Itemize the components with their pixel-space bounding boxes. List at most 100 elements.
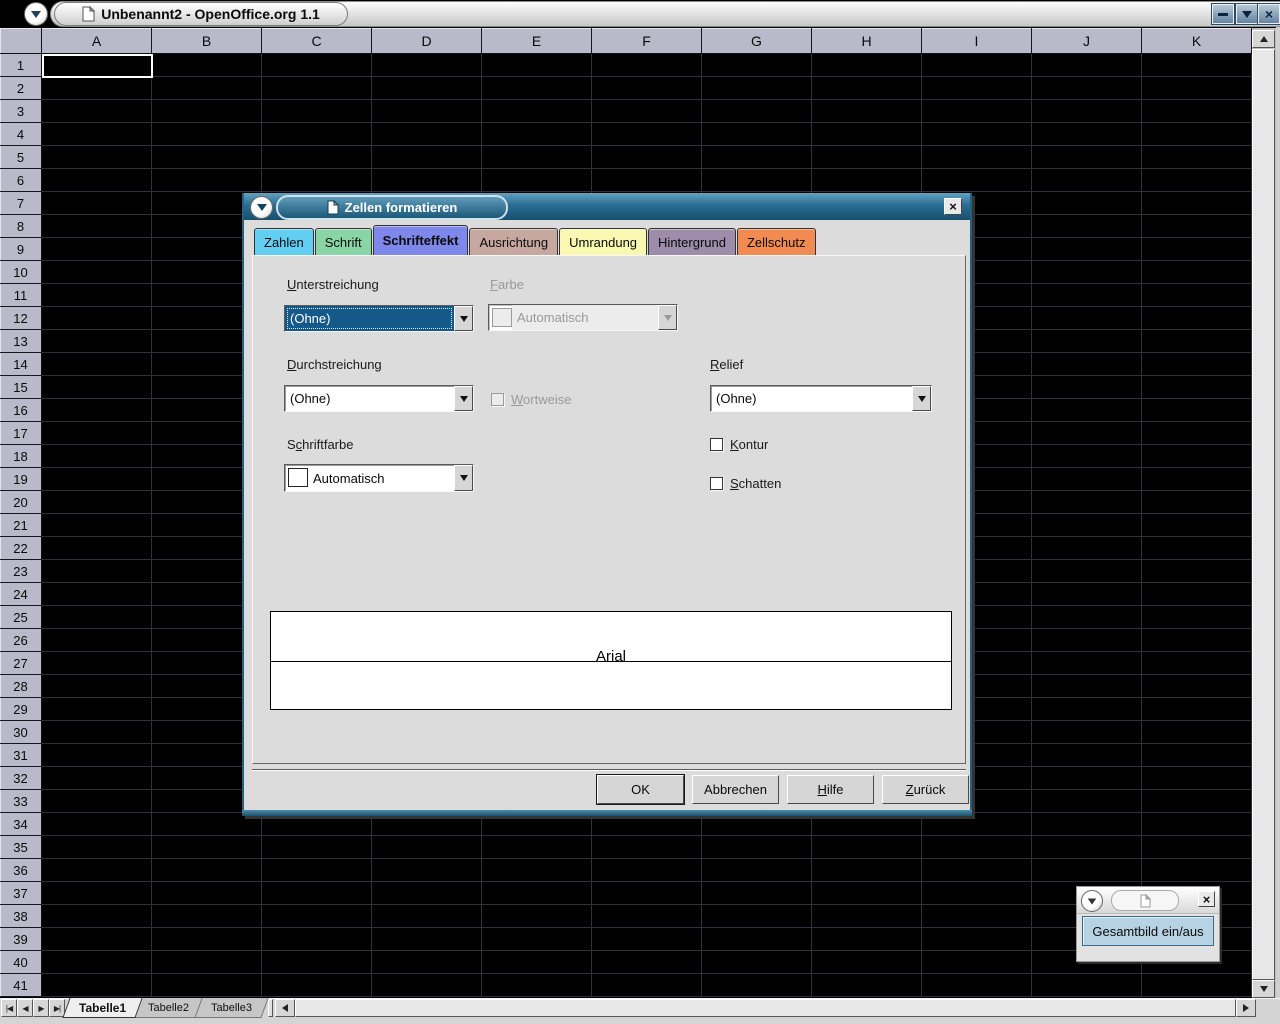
column-header-g[interactable]: G (702, 28, 812, 54)
shade-button[interactable] (1236, 4, 1258, 24)
scroll-left-button[interactable] (275, 999, 295, 1017)
sheet-tab-tabelle1[interactable]: Tabelle1 (62, 998, 142, 1018)
row-header-4[interactable]: 4 (0, 123, 42, 146)
select-all-corner[interactable] (0, 28, 42, 54)
row-header-22[interactable]: 22 (0, 537, 42, 560)
gesamtbild-button[interactable]: Gesamtbild ein/aus (1082, 916, 1214, 946)
chevron-down-icon[interactable] (912, 386, 931, 411)
row-header-41[interactable]: 41 (0, 974, 42, 997)
scroll-down-button[interactable] (1252, 980, 1275, 998)
dialog-close-button[interactable]: × (944, 198, 962, 215)
tab-scrollbar-splitter[interactable] (268, 999, 273, 1017)
chevron-down-icon[interactable] (454, 306, 473, 331)
row-header-36[interactable]: 36 (0, 859, 42, 882)
row-header-29[interactable]: 29 (0, 698, 42, 721)
chevron-down-icon[interactable] (454, 465, 473, 491)
row-header-17[interactable]: 17 (0, 422, 42, 445)
row-header-40[interactable]: 40 (0, 951, 42, 974)
tab-schrift[interactable]: Schrift (315, 228, 372, 255)
row-header-5[interactable]: 5 (0, 146, 42, 169)
row-header-2[interactable]: 2 (0, 77, 42, 100)
row-header-11[interactable]: 11 (0, 284, 42, 307)
relief-dropdown[interactable]: (Ohne) (710, 385, 932, 412)
vertical-scrollbar[interactable] (1252, 28, 1276, 998)
row-header-38[interactable]: 38 (0, 905, 42, 928)
row-header-35[interactable]: 35 (0, 836, 42, 859)
tab-schrifteffekt[interactable]: Schrifteffekt (373, 225, 469, 255)
row-header-3[interactable]: 3 (0, 100, 42, 123)
row-header-34[interactable]: 34 (0, 813, 42, 836)
row-header-9[interactable]: 9 (0, 238, 42, 261)
row-header-33[interactable]: 33 (0, 790, 42, 813)
row-header-7[interactable]: 7 (0, 192, 42, 215)
row-header-10[interactable]: 10 (0, 261, 42, 284)
float-close-button[interactable]: × (1198, 891, 1215, 907)
row-header-37[interactable]: 37 (0, 882, 42, 905)
column-header-f[interactable]: F (592, 28, 702, 54)
row-header-28[interactable]: 28 (0, 675, 42, 698)
sheet-tab-tabelle3[interactable]: Tabelle3 (194, 998, 268, 1018)
row-header-14[interactable]: 14 (0, 353, 42, 376)
dialog-titlebar[interactable]: Zellen formatieren × (244, 193, 970, 220)
selected-cell-a1[interactable] (42, 54, 153, 78)
scroll-up-button[interactable] (1252, 30, 1275, 48)
first-sheet-button[interactable]: |◀ (1, 999, 17, 1017)
scroll-right-button[interactable] (1236, 999, 1256, 1017)
column-header-e[interactable]: E (482, 28, 592, 54)
row-header-1[interactable]: 1 (0, 54, 42, 77)
row-header-16[interactable]: 16 (0, 399, 42, 422)
zurck-button[interactable]: Zurück (882, 775, 969, 804)
checkbox-box[interactable] (710, 438, 723, 451)
float-menu-button[interactable] (1081, 890, 1103, 912)
row-header-24[interactable]: 24 (0, 583, 42, 606)
row-header-25[interactable]: 25 (0, 606, 42, 629)
column-header-d[interactable]: D (372, 28, 482, 54)
row-header-26[interactable]: 26 (0, 629, 42, 652)
row-header-8[interactable]: 8 (0, 215, 42, 238)
close-button[interactable]: × (1258, 4, 1280, 24)
dialog-menu-button[interactable] (250, 196, 273, 219)
tab-zahlen[interactable]: Zahlen (254, 228, 314, 255)
ok-button[interactable]: OK (597, 775, 684, 804)
durchstreichung-dropdown[interactable]: (Ohne) (284, 385, 474, 412)
row-header-21[interactable]: 21 (0, 514, 42, 537)
row-header-32[interactable]: 32 (0, 767, 42, 790)
kontur-checkbox[interactable]: Kontur (710, 437, 768, 452)
row-header-20[interactable]: 20 (0, 491, 42, 514)
previous-sheet-button[interactable]: ◀ (17, 999, 33, 1017)
tab-umrandung[interactable]: Umrandung (559, 228, 647, 255)
row-header-27[interactable]: 27 (0, 652, 42, 675)
column-header-i[interactable]: I (922, 28, 1032, 54)
column-header-h[interactable]: H (812, 28, 922, 54)
minimize-button[interactable] (1212, 4, 1234, 24)
row-header-12[interactable]: 12 (0, 307, 42, 330)
next-sheet-button[interactable]: ▶ (33, 999, 49, 1017)
row-header-23[interactable]: 23 (0, 560, 42, 583)
tab-ausrichtung[interactable]: Ausrichtung (469, 228, 558, 255)
tab-zellschutz[interactable]: Zellschutz (737, 228, 816, 255)
float-titlebar[interactable]: × (1077, 887, 1219, 914)
vertical-scroll-thumb[interactable] (1252, 49, 1275, 980)
hilfe-button[interactable]: Hilfe (787, 775, 874, 804)
column-header-b[interactable]: B (152, 28, 262, 54)
row-header-39[interactable]: 39 (0, 928, 42, 951)
row-header-19[interactable]: 19 (0, 468, 42, 491)
row-header-18[interactable]: 18 (0, 445, 42, 468)
row-header-6[interactable]: 6 (0, 169, 42, 192)
row-header-15[interactable]: 15 (0, 376, 42, 399)
unterstreichung-dropdown[interactable]: (Ohne) (284, 305, 474, 332)
chevron-down-icon[interactable] (454, 386, 473, 411)
schatten-checkbox[interactable]: Schatten (710, 476, 781, 491)
row-header-30[interactable]: 30 (0, 721, 42, 744)
horizontal-scroll-thumb[interactable] (295, 999, 1236, 1017)
column-header-a[interactable]: A (42, 28, 152, 54)
column-header-k[interactable]: K (1142, 28, 1252, 54)
tab-hintergrund[interactable]: Hintergrund (648, 228, 736, 255)
row-header-13[interactable]: 13 (0, 330, 42, 353)
column-header-j[interactable]: J (1032, 28, 1142, 54)
checkbox-box[interactable] (710, 477, 723, 490)
column-header-c[interactable]: C (262, 28, 372, 54)
abbrechen-button[interactable]: Abbrechen (692, 775, 779, 804)
schriftfarbe-dropdown[interactable]: Automatisch (284, 464, 474, 492)
window-menu-button[interactable] (24, 2, 48, 26)
